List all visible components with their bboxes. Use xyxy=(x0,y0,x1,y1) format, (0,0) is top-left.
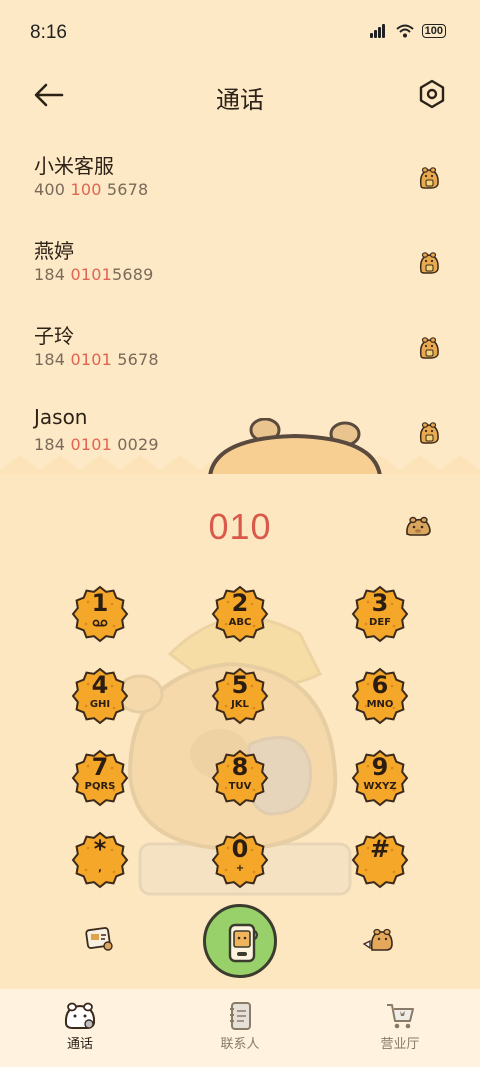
shop-cart-icon xyxy=(387,1004,414,1029)
contact-number: 400 100 5678 xyxy=(34,180,148,199)
number-match-highlight: 0101 xyxy=(70,350,112,369)
contacts-book-icon xyxy=(230,1002,251,1030)
key-letters: JKL xyxy=(231,699,249,710)
key-digit: 7 xyxy=(91,753,109,781)
key-hash[interactable]: # xyxy=(350,830,410,890)
key-three[interactable]: 3 DEF xyxy=(350,584,410,644)
key-digit: 2 xyxy=(231,589,249,617)
number-suffix: 5678 xyxy=(101,180,149,199)
contact-number: 184 0101 5678 xyxy=(34,350,159,369)
wifi-icon xyxy=(395,24,414,38)
key-letters: , xyxy=(98,863,102,874)
signal-icon xyxy=(369,24,388,38)
key-digit: 6 xyxy=(371,671,389,699)
number-suffix: 5678 xyxy=(111,350,159,369)
capybara-icon[interactable] xyxy=(404,514,432,538)
key-letters: MNO xyxy=(366,699,394,710)
nav-label-calls: 通话 xyxy=(66,1037,93,1052)
bottom-nav: 通话 联系人 营业厅 xyxy=(0,989,480,1067)
status-time: 8:16 xyxy=(30,22,67,43)
number-prefix: 400 xyxy=(34,180,71,199)
key-digit: * xyxy=(93,835,107,863)
contact-row[interactable]: 子玲 184 0101 5678 xyxy=(0,310,480,395)
key-six[interactable]: 6 MNO xyxy=(350,666,410,726)
capybara-call-icon[interactable] xyxy=(418,247,440,275)
capybara-call-icon[interactable] xyxy=(418,162,440,190)
key-digit: 0 xyxy=(231,835,249,863)
key-eight[interactable]: 8 TUV xyxy=(210,748,270,808)
nav-item-calls[interactable]: 通话 xyxy=(0,989,160,1067)
battery-icon: 100 xyxy=(421,24,446,38)
contact-row[interactable]: 燕婷 184 01015689 xyxy=(0,225,480,310)
sms-card-icon[interactable] xyxy=(84,924,114,954)
capybara-speaker-icon[interactable] xyxy=(362,924,394,954)
key-digit: 1 xyxy=(91,589,109,617)
key-nine[interactable]: 9 WXYZ xyxy=(350,748,410,808)
number-match-highlight: 0101 xyxy=(70,265,112,284)
number-suffix: 5689 xyxy=(111,265,154,284)
status-bar: 8:16 100 xyxy=(0,0,480,66)
key-digit: 3 xyxy=(371,589,389,617)
key-letters: DEF xyxy=(369,617,391,628)
key-five[interactable]: 5 JKL xyxy=(210,666,270,726)
key-four[interactable]: 4 GHI xyxy=(70,666,130,726)
capybara-call-icon[interactable] xyxy=(418,332,440,360)
contact-name: 子玲 xyxy=(34,324,74,348)
key-star[interactable]: *, xyxy=(70,830,130,890)
key-zero[interactable]: 0 + xyxy=(210,830,270,890)
key-one[interactable]: 1 xyxy=(70,584,130,644)
key-letters: + xyxy=(235,863,245,874)
key-letters: PQRS xyxy=(84,781,116,792)
call-button[interactable] xyxy=(203,904,277,978)
key-letters: TUV xyxy=(228,781,252,792)
nav-item-contacts[interactable]: 联系人 xyxy=(160,989,320,1067)
dial-action-row xyxy=(0,904,480,984)
status-icons: 100 xyxy=(369,24,446,38)
number-prefix: 184 xyxy=(34,265,71,284)
phone-capybara-icon xyxy=(228,923,258,963)
header: 通话 xyxy=(0,66,480,126)
key-letters: ABC xyxy=(228,617,252,628)
contact-number: 184 01015689 xyxy=(34,265,154,284)
key-digit: 9 xyxy=(371,753,389,781)
phone-bear-icon xyxy=(64,1002,96,1029)
contact-name: 燕婷 xyxy=(34,239,74,263)
contact-name: Jason xyxy=(34,405,88,429)
key-two[interactable]: 2 ABC xyxy=(210,584,270,644)
page-title: 通话 xyxy=(216,86,264,114)
dial-panel: 010 1 2 ABC 3 DEF 4 GHI 5 JKL 6 MNO 7 PQRS 8 TUV 9 WXYZ *… xyxy=(0,474,480,989)
settings-hexagon-icon[interactable] xyxy=(418,78,446,110)
key-seven[interactable]: 7 PQRS xyxy=(70,748,130,808)
key-digit: 8 xyxy=(231,753,249,781)
key-letters: GHI xyxy=(89,699,111,710)
key-letters: WXYZ xyxy=(363,781,397,792)
contact-name: 小米客服 xyxy=(34,154,114,178)
nav-label-service-hall: 营业厅 xyxy=(380,1037,420,1052)
key-digit: 4 xyxy=(91,671,109,699)
number-prefix: 184 xyxy=(34,350,71,369)
nav-label-contacts: 联系人 xyxy=(220,1037,260,1052)
contact-row[interactable]: 小米客服 400 100 5678 xyxy=(0,140,480,225)
voicemail-icon xyxy=(92,619,108,627)
dial-keypad: 1 2 ABC 3 DEF 4 GHI 5 JKL 6 MNO 7 PQRS 8 TUV 9 WXYZ *, 0 + # xyxy=(70,584,410,890)
key-digit: # xyxy=(369,835,391,863)
number-match-highlight: 100 xyxy=(70,180,102,199)
key-digit: 5 xyxy=(231,671,249,699)
peeking-bear-illustration xyxy=(207,418,383,478)
nav-item-service-hall[interactable]: 营业厅 xyxy=(320,989,480,1067)
